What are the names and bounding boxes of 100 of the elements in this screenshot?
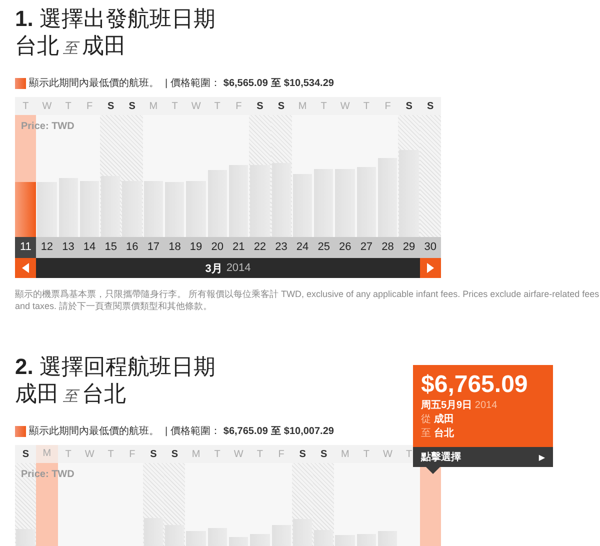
weekday-label: S [170, 448, 180, 460]
price-bar [122, 180, 142, 237]
legend-text: 顯示此期間內最低價的航班。 [29, 76, 159, 90]
date-label[interactable]: 19 [185, 237, 207, 258]
weekday-label: T [106, 448, 115, 460]
origin-city: 成田 [15, 380, 59, 408]
date-label[interactable]: 23 [270, 237, 292, 258]
price-bar [314, 168, 334, 237]
date-label[interactable]: 24 [292, 237, 314, 258]
weekend-column[interactable] [270, 115, 292, 237]
date-label[interactable]: 22 [249, 237, 271, 258]
date-label[interactable]: 14 [78, 237, 100, 258]
weekday-label: T [362, 448, 370, 460]
weekday-label: T [22, 100, 30, 112]
weekday-label: S [404, 100, 414, 112]
price-range-low: $6,765.09 [223, 426, 268, 436]
weekend-column[interactable] [420, 115, 441, 237]
date-label[interactable]: 17 [142, 237, 164, 258]
weekday-label: S [426, 100, 435, 112]
tooltip-price: $6,765.09 [421, 371, 529, 399]
price-range-low: $6,565.09 [223, 78, 268, 88]
weekday-label: M [148, 100, 159, 112]
date-label[interactable]: 25 [313, 237, 334, 258]
date-label[interactable]: 11 [15, 237, 36, 258]
year-label: 2014 [226, 262, 251, 274]
next-month-button[interactable] [420, 258, 441, 278]
tooltip-to-label: 至 [421, 428, 431, 439]
legend-swatch-icon [15, 78, 26, 88]
weekend-column[interactable] [398, 115, 420, 237]
price-bar [144, 180, 164, 237]
weekday-label: S [320, 448, 328, 460]
date-label[interactable]: 26 [334, 237, 356, 258]
weekday-label: S [256, 100, 264, 112]
legend-text: 顯示此期間內最低價的航班。 [29, 424, 159, 438]
tooltip-from-label: 從 [421, 414, 431, 425]
weekday-label: W [339, 100, 351, 112]
price-bar [15, 182, 36, 237]
price-bar [208, 170, 227, 237]
date-label[interactable]: 28 [377, 237, 398, 258]
date-label[interactable]: 12 [36, 237, 58, 258]
weekday-label: W [190, 100, 202, 112]
date-label[interactable]: 27 [356, 237, 378, 258]
destination-city: 台北 [82, 380, 126, 408]
price-bar [186, 180, 206, 237]
weekday-label: F [128, 448, 136, 460]
price-range-label: | 價格範圍： [165, 424, 220, 438]
price-bar [292, 174, 312, 237]
date-label[interactable]: 30 [420, 237, 441, 258]
weekday-label: T [213, 100, 222, 112]
date-label[interactable]: 29 [398, 237, 420, 258]
date-label[interactable]: 20 [206, 237, 228, 258]
price-bar [165, 182, 184, 237]
destination-city: 成田 [82, 32, 126, 60]
weekday-label: T [362, 100, 370, 112]
weekday-label: F [277, 448, 286, 460]
price-bar [101, 176, 120, 237]
weekday-label: T [256, 448, 264, 460]
weekday-label: T [404, 448, 414, 460]
price-bar [228, 165, 248, 237]
weekday-label: S [106, 100, 116, 112]
tooltip-pointer-icon [426, 467, 440, 474]
price-bar [80, 180, 100, 237]
date-label[interactable]: 21 [228, 237, 250, 258]
weekday-label: T [213, 448, 222, 460]
weekday-label: W [84, 448, 96, 460]
month-label: 3月 [205, 262, 222, 276]
legend-swatch-icon [15, 426, 26, 436]
previous-month-button[interactable] [15, 258, 36, 278]
price-bar [250, 165, 270, 237]
weekday-label: M [190, 448, 202, 460]
weekday-label: W [41, 100, 53, 112]
weekday-label: S [21, 448, 30, 460]
weekend-column[interactable] [121, 115, 143, 237]
weekday-label: W [232, 448, 244, 460]
weekday-label: F [234, 100, 243, 112]
weekday-label: S [128, 100, 136, 112]
left-triangle-icon [22, 263, 29, 273]
weekday-label: W [382, 448, 394, 460]
weekday-label: M [297, 100, 308, 112]
tooltip-from-city: 成田 [434, 414, 454, 425]
date-label[interactable]: 16 [121, 237, 143, 258]
price-bar [58, 178, 78, 237]
date-label[interactable]: 15 [100, 237, 122, 258]
weekday-label: F [384, 100, 392, 112]
price-bar [335, 168, 355, 237]
price-range-high: $10,007.29 [284, 426, 334, 436]
origin-city: 台北 [15, 32, 59, 60]
weekday-label: M [340, 448, 350, 460]
weekday-label: S [276, 100, 286, 112]
right-triangle-icon [427, 263, 434, 273]
price-range-to: 至 [270, 425, 281, 438]
section-heading: 1. 選擇出發航班日期 [15, 6, 216, 32]
weekend-column[interactable] [249, 115, 271, 237]
price-range-to: 至 [270, 77, 281, 90]
date-label[interactable]: 18 [164, 237, 186, 258]
price-bar [37, 182, 57, 237]
weekday-label: T [64, 448, 72, 460]
price-range-label: | 價格範圍： [165, 76, 220, 90]
weekend-column[interactable] [100, 115, 122, 237]
date-label[interactable]: 13 [58, 237, 79, 258]
